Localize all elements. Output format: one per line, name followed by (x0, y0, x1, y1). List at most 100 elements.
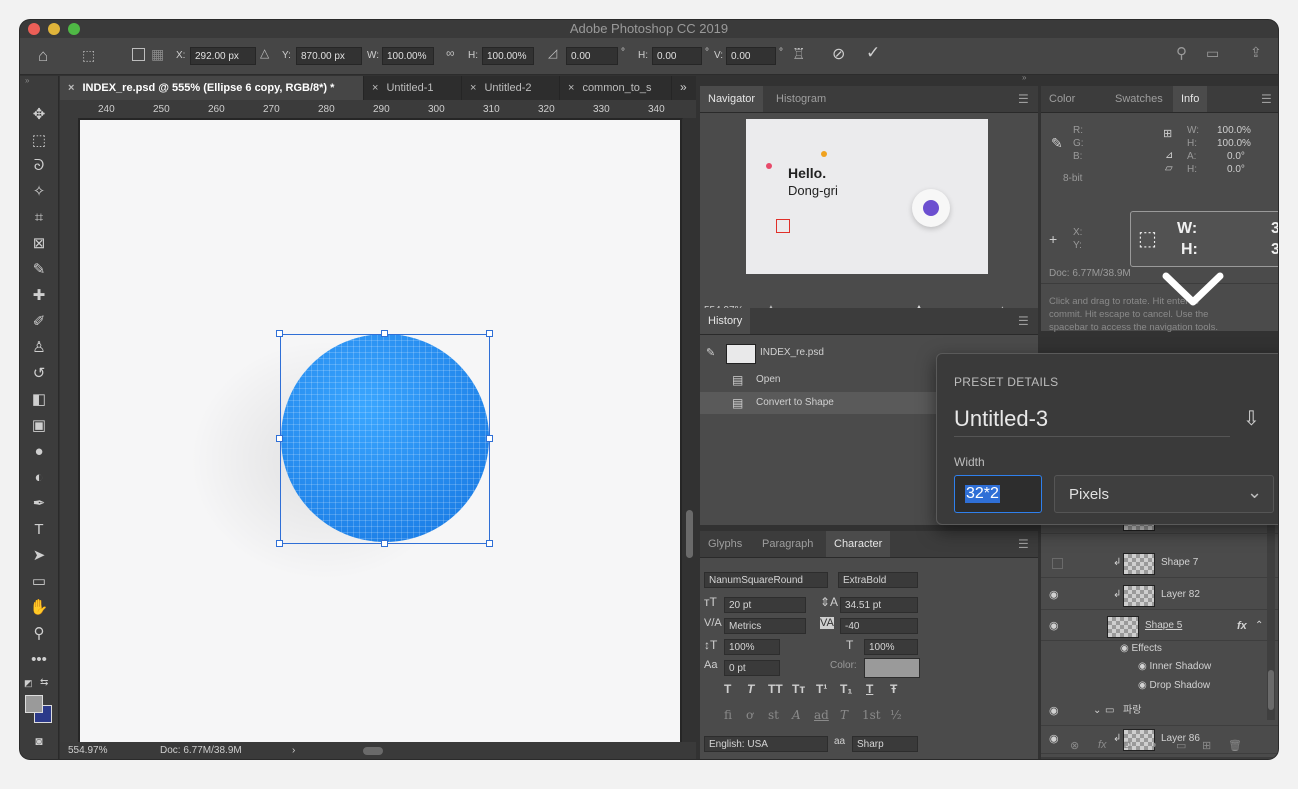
underline-button[interactable]: T (866, 682, 873, 696)
link-layers-icon[interactable]: ⊗ (1070, 739, 1079, 752)
marquee-tool-icon[interactable]: ⬚ (28, 131, 50, 151)
healing-brush-tool-icon[interactable]: ✚ (28, 286, 50, 306)
eye-icon[interactable]: ◉ (1049, 612, 1059, 640)
leading-field[interactable]: 34.51 pt (840, 597, 918, 613)
collapse-panels-icon[interactable]: » (1022, 73, 1026, 82)
expand-effects-icon[interactable]: ⌃ (1255, 612, 1263, 640)
transform-handle[interactable] (276, 330, 283, 337)
foreground-color-swatch[interactable] (25, 695, 43, 713)
antialias-select[interactable]: Sharp (852, 736, 918, 752)
commit-transform-icon[interactable]: ✓ (866, 43, 880, 63)
search-icon[interactable]: ⚲ (1176, 44, 1187, 62)
tab-character[interactable]: Character (826, 531, 891, 557)
tab-untitled-1[interactable]: × Untitled-1 (364, 76, 462, 100)
vertical-scale-field[interactable]: 100% (724, 639, 780, 655)
horizontal-scale-field[interactable]: 100% (864, 639, 918, 655)
move-tool-icon[interactable]: ✥ (28, 105, 50, 125)
warp-icon[interactable]: ♖ (792, 45, 805, 63)
transform-handle[interactable] (381, 330, 388, 337)
navigator-view-box[interactable] (776, 219, 790, 233)
baseline-shift-field[interactable]: 0 pt (724, 660, 780, 676)
effects-row[interactable]: ◉ Effects (1120, 640, 1162, 658)
transform-bounding-box[interactable] (280, 334, 490, 544)
tab-untitled-2[interactable]: × Untitled-2 (462, 76, 560, 100)
eye-icon[interactable]: ◉ (1049, 581, 1059, 609)
ligatures-button[interactable]: fi (724, 708, 732, 722)
path-selection-tool-icon[interactable]: ➤ (28, 546, 50, 566)
eye-icon[interactable]: ◉ (1138, 680, 1150, 691)
superscript-button[interactable]: T¹ (816, 682, 827, 696)
close-tab-icon[interactable]: × (68, 82, 74, 94)
blur-tool-icon[interactable]: ● (28, 442, 50, 462)
status-menu-icon[interactable]: › (292, 742, 295, 759)
layer-row[interactable]: ◉ ↲ Layer 82 (1041, 581, 1278, 610)
small-caps-button[interactable]: Tт (792, 682, 805, 696)
eye-icon[interactable]: ◉ (1120, 643, 1132, 654)
tab-glyphs[interactable]: Glyphs (700, 531, 750, 557)
hand-tool-icon[interactable]: ✋ (28, 598, 50, 618)
rectangle-tool-icon[interactable]: ▭ (28, 572, 50, 592)
panel-menu-icon[interactable]: ☰ (1018, 537, 1029, 551)
tab-index-re[interactable]: × INDEX_re.psd @ 555% (Ellipse 6 copy, RG… (60, 76, 364, 100)
scroll-thumb[interactable] (686, 510, 693, 558)
chevron-down-icon[interactable]: ⌄ (1093, 697, 1101, 725)
delta-icon[interactable]: △ (260, 46, 269, 60)
tab-common-to-s[interactable]: × common_to_s (560, 76, 672, 100)
home-icon[interactable]: ⌂ (38, 46, 48, 66)
transform-handle[interactable] (276, 435, 283, 442)
type-tool-icon[interactable]: T (28, 520, 50, 540)
width-input[interactable]: 32*2 (954, 475, 1042, 513)
panel-menu-icon[interactable]: ☰ (1018, 92, 1029, 106)
transform-handle[interactable] (486, 540, 493, 547)
zoom-level[interactable]: 554.97% (68, 742, 107, 759)
magic-wand-tool-icon[interactable]: ✧ (28, 182, 50, 202)
unit-select[interactable]: Pixels ⌄ (1054, 475, 1274, 513)
close-tab-icon[interactable]: × (568, 82, 574, 94)
tab-info[interactable]: Info (1173, 86, 1208, 112)
clone-stamp-tool-icon[interactable]: ♙ (28, 338, 50, 358)
canvas[interactable] (80, 120, 680, 742)
width-percent-field[interactable]: 100.00% (382, 47, 434, 65)
new-layer-icon[interactable]: ⊞ (1202, 739, 1211, 752)
eye-icon[interactable]: ◉ (1049, 697, 1059, 725)
text-color-swatch[interactable] (864, 658, 920, 678)
mask-icon[interactable]: ◘ (1124, 739, 1131, 751)
panel-menu-icon[interactable]: ☰ (1018, 314, 1029, 328)
history-brush-tool-icon[interactable]: ↺ (28, 364, 50, 384)
maximize-window-button[interactable] (68, 23, 80, 35)
panel-menu-icon[interactable]: ☰ (1261, 92, 1272, 106)
eye-icon[interactable]: ◉ (1049, 725, 1059, 753)
tab-navigator[interactable]: Navigator (700, 86, 764, 112)
lasso-tool-icon[interactable]: ᘐ (28, 156, 50, 176)
gradient-tool-icon[interactable]: ▣ (28, 416, 50, 436)
font-style-select[interactable]: ExtraBold (838, 572, 918, 588)
more-tools-icon[interactable]: ••• (28, 650, 50, 670)
tab-paragraph[interactable]: Paragraph (754, 531, 821, 557)
close-tab-icon[interactable]: × (372, 82, 378, 94)
brush-tool-icon[interactable]: ✐ (28, 312, 50, 332)
tab-histogram[interactable]: Histogram (768, 86, 834, 112)
close-tab-icon[interactable]: × (470, 82, 476, 94)
link-icon[interactable]: ∞ (446, 46, 455, 60)
kerning-field[interactable]: Metrics (724, 618, 806, 634)
height-percent-field[interactable]: 100.00% (482, 47, 534, 65)
titling-button[interactable]: ad (814, 708, 829, 722)
swash-button[interactable]: st (768, 708, 779, 722)
tracking-field[interactable]: -40 (840, 618, 918, 634)
eraser-tool-icon[interactable]: ◧ (28, 390, 50, 410)
collapse-tools-icon[interactable]: » (25, 76, 29, 85)
chevron-down-icon[interactable]: ⌄ (1247, 482, 1262, 503)
navigator-preview[interactable]: Hello. Dong-gri (746, 119, 988, 274)
ordinals-button[interactable]: T (840, 708, 848, 722)
trash-icon[interactable]: 🗑 (1228, 739, 1242, 752)
stylistic-button[interactable]: A (792, 708, 801, 722)
eye-icon[interactable]: ◉ (1138, 661, 1150, 672)
zoom-tool-icon[interactable]: ⚲ (28, 624, 50, 644)
transform-handle[interactable] (276, 540, 283, 547)
faux-italic-button[interactable]: T (747, 682, 754, 696)
adjustment-icon[interactable]: ◑ (1150, 739, 1157, 751)
language-select[interactable]: English: USA (704, 736, 828, 752)
fractions-button[interactable]: ½ (890, 708, 902, 722)
quick-mask-icon[interactable]: ◙ (28, 731, 50, 751)
angle-field[interactable]: 0.00 (566, 47, 618, 65)
